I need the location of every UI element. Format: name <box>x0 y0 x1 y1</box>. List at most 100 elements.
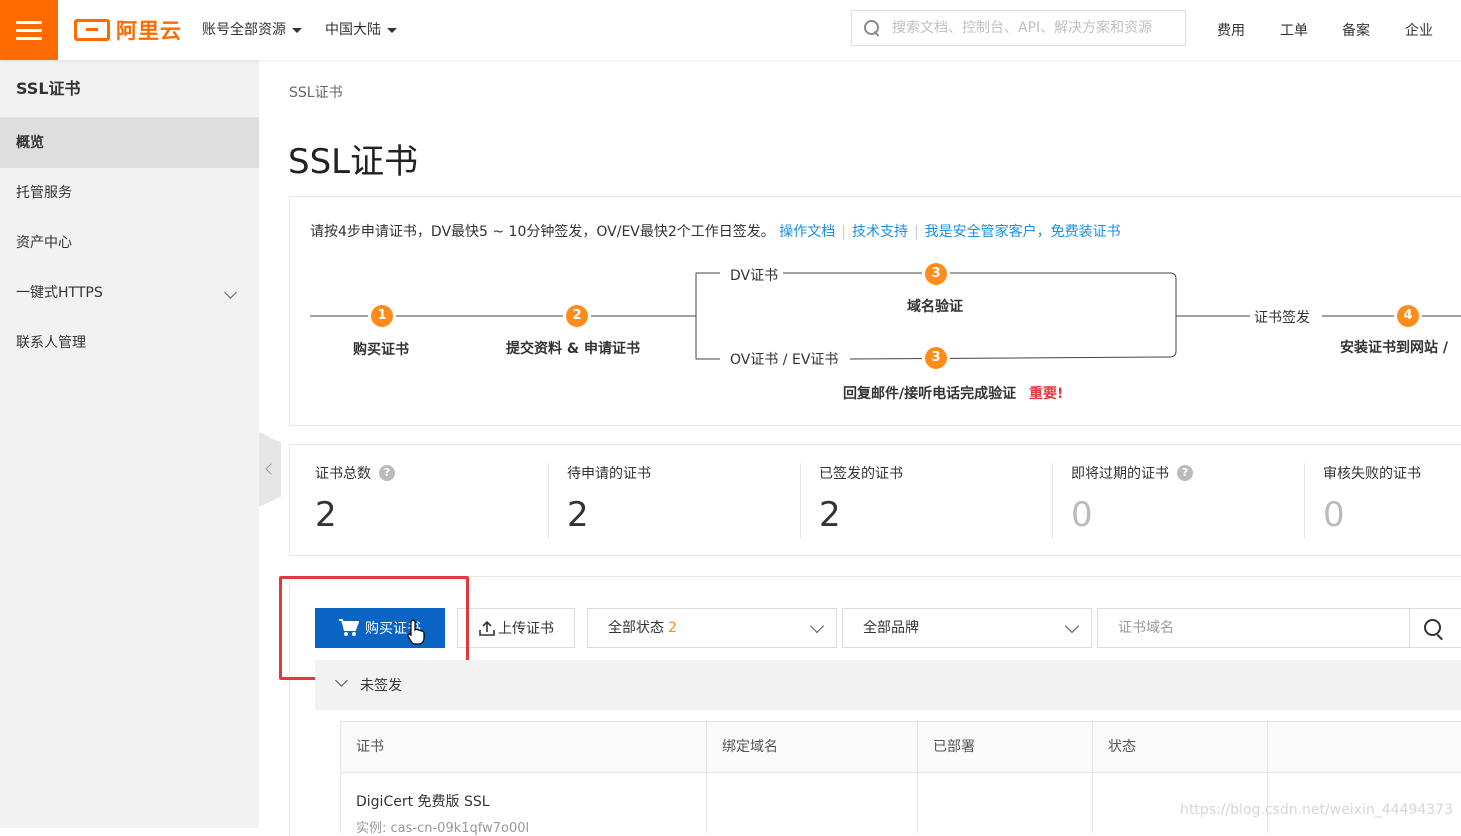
account-resources-dropdown[interactable]: 账号全部资源 <box>202 19 302 39</box>
breadcrumb[interactable]: SSL证书 <box>289 82 343 102</box>
stat-label-row: 审核失败的证书 <box>1323 463 1461 483</box>
account-resources-label: 账号全部资源 <box>202 22 286 38</box>
stat-value: 2 <box>819 495 1071 535</box>
divider <box>1304 463 1305 539</box>
stat-label-row: 待申请的证书 <box>567 463 819 483</box>
sidebar: SSL证书 概览 托管服务 资产中心 一键式HTTPS 联系人管理 <box>0 60 259 828</box>
caret-down-icon <box>387 28 397 33</box>
chevron-down-icon <box>335 674 348 687</box>
cell-bound-domain <box>707 773 918 833</box>
stat-issued[interactable]: 已签发的证书 2 <box>819 463 1071 539</box>
help-icon[interactable]: ? <box>1177 465 1193 481</box>
help-icon[interactable]: ? <box>379 465 395 481</box>
logo-text: 阿里云 <box>116 15 182 45</box>
sidebar-item-managed-service[interactable]: 托管服务 <box>0 168 259 218</box>
stat-value: 2 <box>567 495 819 535</box>
column-header-certificate: 证书 <box>341 722 707 772</box>
step-number-4: 4 <box>1397 305 1419 327</box>
stat-label: 已签发的证书 <box>819 463 903 483</box>
group-label: 未签发 <box>360 678 402 694</box>
ovev-verify-text: 回复邮件/接听电话完成验证 <box>843 386 1016 402</box>
sidebar-collapse-button[interactable] <box>259 432 281 507</box>
watermark: https://blog.csdn.net/weixin_44494373 <box>1180 802 1453 818</box>
step-label-domain-verify: 域名验证 <box>907 296 963 316</box>
stat-label-row: 证书总数? <box>315 463 567 483</box>
step-number-2: 2 <box>566 305 588 327</box>
hand-cursor-icon <box>406 618 428 646</box>
aliyun-logo[interactable]: 阿里云 <box>74 15 182 45</box>
step-label-ovev-verify: 回复邮件/接听电话完成验证 重要! <box>843 383 1063 403</box>
sidebar-item-one-click-https[interactable]: 一键式HTTPS <box>0 268 259 318</box>
status-count-badge: 2 <box>668 620 677 636</box>
aliyun-logo-icon <box>74 19 110 41</box>
caret-down-icon <box>292 28 302 33</box>
step-number-1: 1 <box>371 305 393 327</box>
divider <box>800 463 801 539</box>
divider <box>548 463 549 539</box>
column-header-status: 状态 <box>1093 722 1268 772</box>
stat-expiring[interactable]: 即将过期的证书? 0 <box>1071 463 1323 539</box>
stats-panel: 证书总数? 2 待申请的证书 2 已签发的证书 2 即将过期的证书? 0 审核失… <box>289 444 1461 556</box>
ovev-branch-label: OV证书 / EV证书 <box>726 349 842 369</box>
issue-label: 证书签发 <box>1254 307 1310 327</box>
stat-value: 0 <box>1323 495 1461 535</box>
divider <box>1052 463 1053 539</box>
status-filter-value: 全部状态 <box>608 620 664 636</box>
step-label-submit: 提交资料 & 申请证书 <box>506 338 640 358</box>
chevron-down-icon <box>224 286 237 299</box>
global-search-input[interactable] <box>892 20 1182 36</box>
stat-pending[interactable]: 待申请的证书 2 <box>567 463 819 539</box>
top-link-tickets[interactable]: 工单 <box>1280 20 1308 40</box>
chevron-down-icon <box>1065 619 1079 633</box>
group-unissued[interactable]: 未签发 <box>315 660 1461 710</box>
step-label-install: 安装证书到网站 / <box>1340 337 1448 357</box>
stat-label-row: 即将过期的证书? <box>1071 463 1323 483</box>
stat-label: 证书总数 <box>315 463 371 483</box>
step-number-3-dv: 3 <box>925 263 947 285</box>
stat-value: 2 <box>315 495 567 535</box>
hamburger-menu-button[interactable] <box>0 0 58 60</box>
certificate-instance-id: 实例: cas-cn-09k1qfw7o00l <box>356 817 706 836</box>
dv-branch-label: DV证书 <box>726 265 782 285</box>
top-link-fees[interactable]: 费用 <box>1217 20 1245 40</box>
top-link-enterprise[interactable]: 企业 <box>1405 20 1433 40</box>
top-bar: 阿里云 账号全部资源 中国大陆 费用 工单 备案 企业 <box>0 0 1461 60</box>
sidebar-item-asset-center[interactable]: 资产中心 <box>0 218 259 268</box>
certificate-name: DigiCert 免费版 SSL <box>356 791 706 811</box>
stat-label-row: 已签发的证书 <box>819 463 1071 483</box>
step-label-buy: 购买证书 <box>353 339 409 359</box>
domain-search-button[interactable] <box>1409 608 1461 648</box>
important-badge: 重要! <box>1029 386 1063 402</box>
stat-label: 即将过期的证书 <box>1071 463 1169 483</box>
chevron-down-icon <box>810 619 824 633</box>
domain-search-input[interactable] <box>1097 608 1410 648</box>
column-header-bound-domain: 绑定域名 <box>707 722 918 772</box>
upload-certificate-label: 上传证书 <box>498 618 554 638</box>
steps-panel: 请按4步申请证书，DV最快5 ~ 10分钟签发，OV/EV最快2个工作日签发。 … <box>289 196 1461 426</box>
stat-label: 审核失败的证书 <box>1323 463 1421 483</box>
cell-certificate: DigiCert 免费版 SSL 实例: cas-cn-09k1qfw7o00l <box>341 773 707 833</box>
sidebar-item-label: 一键式HTTPS <box>16 285 103 301</box>
column-header-actions <box>1268 722 1461 772</box>
stat-total[interactable]: 证书总数? 2 <box>315 463 567 539</box>
table-header: 证书 绑定域名 已部署 状态 <box>341 722 1461 773</box>
brand-filter-select[interactable]: 全部品牌 <box>842 608 1092 648</box>
step-number-3-ovev: 3 <box>925 347 947 369</box>
page-title: SSL证书 <box>288 134 418 183</box>
sidebar-item-overview[interactable]: 概览 <box>0 118 259 168</box>
upload-icon <box>478 619 496 637</box>
status-filter-select[interactable]: 全部状态2 <box>587 608 837 648</box>
sidebar-item-contacts[interactable]: 联系人管理 <box>0 318 259 368</box>
cell-deployed <box>918 773 1093 833</box>
upload-certificate-button[interactable]: 上传证书 <box>457 608 575 648</box>
cart-icon <box>339 619 359 637</box>
region-dropdown[interactable]: 中国大陆 <box>325 19 397 39</box>
global-search[interactable] <box>851 10 1186 46</box>
top-link-icp[interactable]: 备案 <box>1342 20 1370 40</box>
sidebar-title: SSL证书 <box>0 60 259 118</box>
stat-failed[interactable]: 审核失败的证书 0 <box>1323 463 1461 539</box>
stat-label: 待申请的证书 <box>567 463 651 483</box>
search-icon <box>864 20 880 36</box>
stat-value: 0 <box>1071 495 1323 535</box>
brand-filter-value: 全部品牌 <box>863 620 919 636</box>
